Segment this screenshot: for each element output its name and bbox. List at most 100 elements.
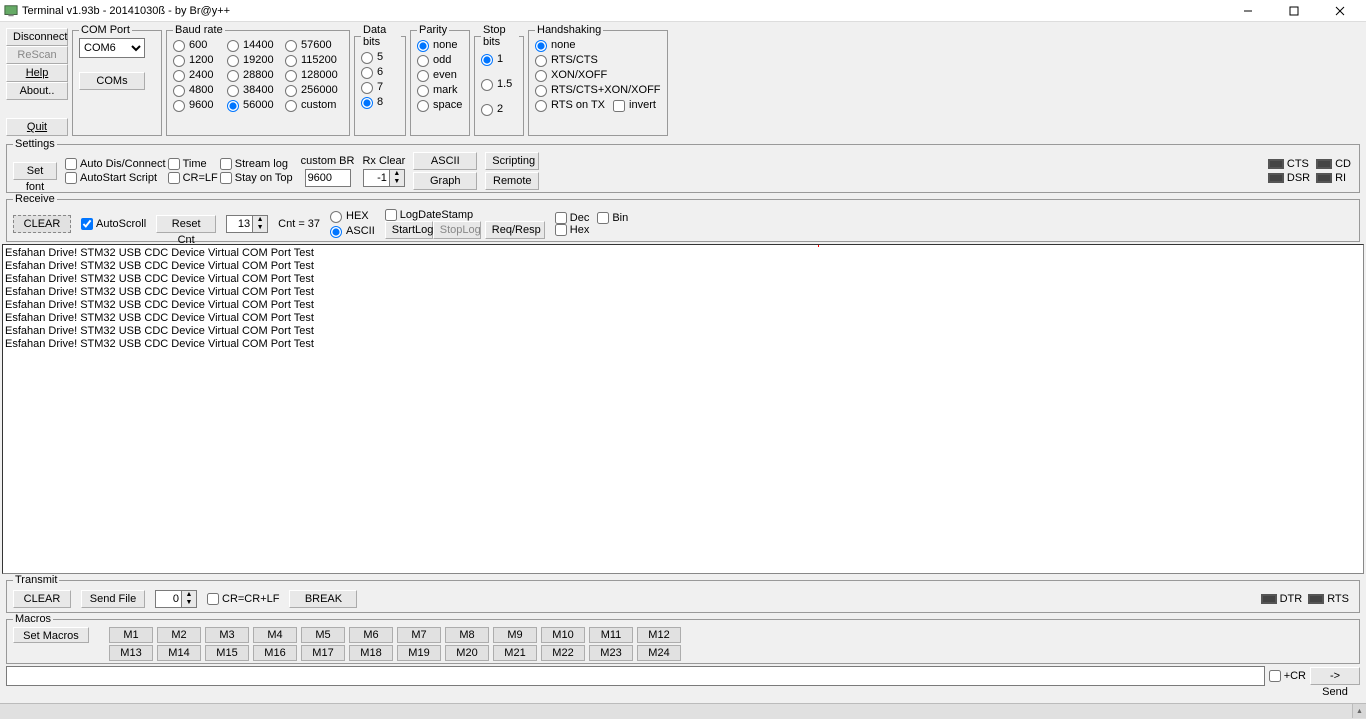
macro-m7[interactable]: M7	[397, 627, 441, 643]
maximize-button[interactable]	[1280, 1, 1308, 21]
baud-128000[interactable]: 128000	[285, 68, 345, 83]
macro-m5[interactable]: M5	[301, 627, 345, 643]
macro-m8[interactable]: M8	[445, 627, 489, 643]
parity-mark[interactable]: mark	[417, 83, 465, 98]
trans-clear-button[interactable]: CLEAR	[13, 590, 71, 608]
stopbits-1.5[interactable]: 1.5	[481, 77, 519, 92]
coms-button[interactable]: COMs	[79, 72, 145, 90]
macro-m13[interactable]: M13	[109, 645, 153, 661]
autostart-check[interactable]: AutoStart Script	[65, 172, 166, 184]
stopbits-1[interactable]: 1	[481, 52, 519, 67]
pluscr-check[interactable]: +CR	[1269, 670, 1306, 682]
startlog-button[interactable]: StartLog	[385, 221, 433, 239]
baud-56000[interactable]: 56000	[227, 98, 285, 113]
crlf-check[interactable]: CR=LF	[168, 172, 218, 184]
baud-28800[interactable]: 28800	[227, 68, 285, 83]
macro-m2[interactable]: M2	[157, 627, 201, 643]
databits-6[interactable]: 6	[361, 65, 401, 80]
stoplog-button[interactable]: StopLog	[433, 221, 481, 239]
macro-m10[interactable]: M10	[541, 627, 585, 643]
dec-check[interactable]: Dec	[555, 212, 590, 224]
send-input[interactable]	[6, 666, 1265, 686]
handshake-0[interactable]: none	[535, 38, 663, 53]
macro-m24[interactable]: M24	[637, 645, 681, 661]
disconnect-button[interactable]: Disconnect	[6, 28, 68, 46]
trans-spin-input[interactable]	[155, 590, 181, 608]
sendfile-button[interactable]: Send File	[81, 590, 145, 608]
stayontop-check[interactable]: Stay on Top	[220, 172, 293, 184]
macro-m14[interactable]: M14	[157, 645, 201, 661]
trans-spinner[interactable]: ▲▼	[181, 590, 197, 608]
receive-textarea[interactable]: Esfahan Drive! STM32 USB CDC Device Virt…	[2, 244, 1364, 574]
reqresp-button[interactable]: Req/Resp	[485, 221, 545, 239]
setfont-button[interactable]: Set font	[13, 162, 57, 180]
baud-14400[interactable]: 14400	[227, 38, 285, 53]
graph-button[interactable]: Graph	[413, 172, 477, 190]
ascii-radio[interactable]: ASCII	[330, 224, 375, 239]
autoscroll-check[interactable]: AutoScroll	[81, 218, 146, 230]
macro-m11[interactable]: M11	[589, 627, 633, 643]
baud-custom[interactable]: custom	[285, 98, 345, 113]
macro-m3[interactable]: M3	[205, 627, 249, 643]
dtr-led[interactable]: DTR	[1261, 593, 1303, 605]
macro-m4[interactable]: M4	[253, 627, 297, 643]
baud-9600[interactable]: 9600	[173, 98, 227, 113]
autodis-check[interactable]: Auto Dis/Connect	[65, 158, 166, 170]
macro-m1[interactable]: M1	[109, 627, 153, 643]
stopbits-2[interactable]: 2	[481, 102, 519, 117]
handshake-1[interactable]: RTS/CTS	[535, 53, 663, 68]
about-button[interactable]: About..	[6, 82, 68, 100]
minimize-button[interactable]	[1234, 1, 1262, 21]
baud-38400[interactable]: 38400	[227, 83, 285, 98]
baud-19200[interactable]: 19200	[227, 53, 285, 68]
macro-m22[interactable]: M22	[541, 645, 585, 661]
macro-m15[interactable]: M15	[205, 645, 249, 661]
resetcnt-button[interactable]: Reset Cnt	[156, 215, 216, 233]
parity-none[interactable]: none	[417, 38, 465, 53]
baud-1200[interactable]: 1200	[173, 53, 227, 68]
baud-2400[interactable]: 2400	[173, 68, 227, 83]
streamlog-check[interactable]: Stream log	[220, 158, 293, 170]
remote-button[interactable]: Remote	[485, 172, 539, 190]
baud-256000[interactable]: 256000	[285, 83, 345, 98]
rxclear-spinner[interactable]: ▲▼	[389, 169, 405, 187]
scripting-button[interactable]: Scripting	[485, 152, 539, 170]
logdatestamp-check[interactable]: LogDateStamp	[385, 209, 545, 221]
macro-m6[interactable]: M6	[349, 627, 393, 643]
databits-7[interactable]: 7	[361, 80, 401, 95]
parity-odd[interactable]: odd	[417, 53, 465, 68]
parity-even[interactable]: even	[417, 68, 465, 83]
handshake-3[interactable]: RTS/CTS+XON/XOFF	[535, 83, 663, 98]
macro-m20[interactable]: M20	[445, 645, 489, 661]
help-button[interactable]: Help	[6, 64, 68, 82]
asciitable-button[interactable]: ASCII table	[413, 152, 477, 170]
recv-spin-input[interactable]	[226, 215, 252, 233]
time-check[interactable]: Time	[168, 158, 218, 170]
macro-m19[interactable]: M19	[397, 645, 441, 661]
databits-5[interactable]: 5	[361, 50, 401, 65]
databits-8[interactable]: 8	[361, 95, 401, 110]
macro-m16[interactable]: M16	[253, 645, 297, 661]
recv-clear-button[interactable]: CLEAR	[13, 215, 71, 233]
setmacros-button[interactable]: Set Macros	[13, 627, 89, 643]
close-button[interactable]	[1326, 1, 1354, 21]
hex-radio[interactable]: HEX	[330, 209, 375, 224]
baud-57600[interactable]: 57600	[285, 38, 345, 53]
macro-m12[interactable]: M12	[637, 627, 681, 643]
crcrLf-check[interactable]: CR=CR+LF	[207, 593, 279, 605]
quit-button[interactable]: Quit	[6, 118, 68, 136]
rxclear-input[interactable]	[363, 169, 389, 187]
rts-led[interactable]: RTS	[1308, 593, 1349, 605]
macro-m17[interactable]: M17	[301, 645, 345, 661]
baud-4800[interactable]: 4800	[173, 83, 227, 98]
bin-check[interactable]: Bin	[597, 212, 628, 224]
rescan-button[interactable]: ReScan	[6, 46, 68, 64]
custombr-input[interactable]	[305, 169, 351, 187]
handshake-2[interactable]: XON/XOFF	[535, 68, 663, 83]
macro-m23[interactable]: M23	[589, 645, 633, 661]
scroll-up-icon[interactable]	[1352, 704, 1366, 718]
macro-m9[interactable]: M9	[493, 627, 537, 643]
baud-115200[interactable]: 115200	[285, 53, 345, 68]
macro-m18[interactable]: M18	[349, 645, 393, 661]
break-button[interactable]: BREAK	[289, 590, 357, 608]
